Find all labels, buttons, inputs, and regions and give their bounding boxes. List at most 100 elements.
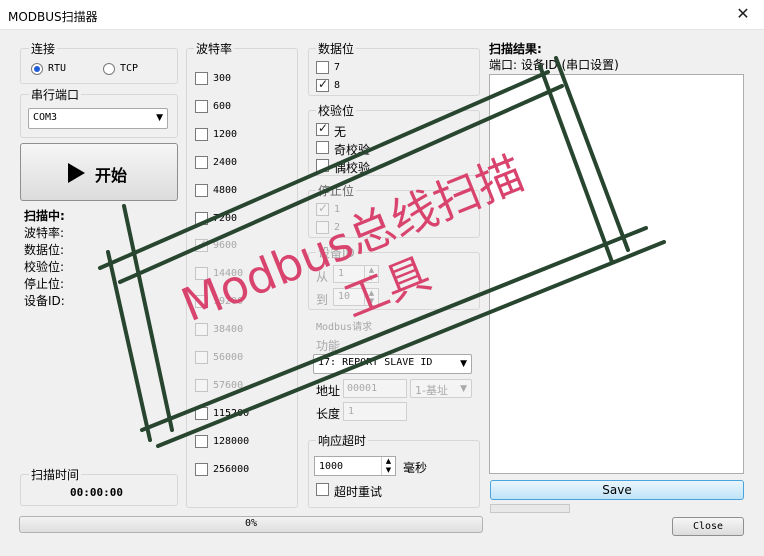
chevron-down-icon: ▼ — [460, 384, 467, 394]
data-bits-8-label: 8 — [334, 80, 341, 91]
parity-odd-checkbox[interactable] — [316, 141, 329, 154]
baud-256000-label: 256000 — [213, 463, 250, 475]
start-button-label: 开始 — [95, 166, 128, 185]
close-button-label: Close — [692, 521, 724, 532]
serial-port-value: COM3 — [33, 112, 58, 123]
status-parity-label: 校验位: — [24, 260, 65, 274]
window-title: MODBUS扫描器 — [8, 10, 98, 24]
stop-bits-1-checkbox[interactable] — [316, 201, 329, 216]
chevron-down-icon: ▼ — [156, 113, 163, 123]
function-label: 功能 — [316, 339, 341, 353]
status-data-bits-label: 数据位: — [24, 243, 65, 257]
baud-9600-checkbox[interactable] — [195, 237, 208, 253]
timeout-retry-checkbox[interactable] — [316, 483, 329, 496]
data-bits-8-checkbox[interactable] — [316, 77, 329, 92]
status-baud-label: 波特率: — [24, 226, 65, 240]
window-close-icon[interactable]: ✕ — [732, 4, 754, 24]
stop-bits-2-label: 2 — [334, 222, 341, 233]
scan-time-value: 00:00:00 — [70, 486, 123, 499]
baud-300-label: 300 — [213, 73, 232, 84]
connection-title: 连接 — [29, 40, 58, 57]
baud-rate-title: 波特率 — [194, 40, 235, 57]
save-button[interactable]: Save — [490, 480, 744, 500]
device-to-label: 到 — [316, 293, 329, 307]
timeout-input[interactable]: 1000 ▲ ▼ — [314, 456, 396, 476]
close-button[interactable]: Close — [672, 517, 744, 536]
device-address-title: 设备ID — [316, 244, 357, 261]
serial-port-title: 串行端口 — [29, 86, 82, 103]
function-select[interactable]: 17: REPORT SLAVE ID ▼ — [313, 354, 472, 374]
parity-even-label: 偶校验 — [334, 161, 371, 175]
scan-progress-bar: 0% — [19, 516, 483, 533]
device-from-label: 从 — [316, 270, 329, 284]
length-value: 1 — [348, 406, 355, 417]
device-from-value: 1 — [338, 268, 345, 279]
address-input[interactable]: 00001 — [343, 379, 407, 398]
scanning-label: 扫描中: — [24, 209, 65, 223]
title-bar[interactable]: MODBUS扫描器 ✕ — [0, 0, 764, 30]
baud-256000-checkbox[interactable] — [195, 462, 208, 476]
baud-1200-label: 1200 — [213, 128, 238, 140]
timeout-retry-label: 超时重试 — [334, 485, 383, 499]
baud-14400-checkbox[interactable] — [195, 267, 208, 281]
baud-7200-checkbox[interactable] — [195, 211, 208, 225]
baud-2400-label: 2400 — [213, 156, 238, 168]
baud-600-checkbox[interactable] — [195, 99, 208, 113]
status-stop-bits-label: 停止位: — [24, 277, 65, 291]
length-input[interactable]: 1 — [343, 402, 407, 421]
stop-bits-2-checkbox[interactable] — [316, 221, 329, 234]
data-bits-7-label: 7 — [334, 62, 341, 73]
address-base-value: 1-基址 — [415, 384, 448, 397]
device-to-input[interactable]: 10 ▲ ▼ — [333, 288, 379, 306]
tcp-radio[interactable] — [103, 63, 115, 75]
serial-port-select[interactable]: COM3 ▼ — [28, 108, 168, 129]
length-label: 长度 — [316, 407, 341, 421]
baud-1200-checkbox[interactable] — [195, 127, 208, 141]
tcp-radio-label: TCP — [120, 63, 139, 74]
timeout-title: 响应超时 — [316, 432, 369, 449]
parity-even-checkbox[interactable] — [316, 159, 329, 172]
parity-none-label: 无 — [334, 125, 347, 139]
baud-115200-label: 115200 — [213, 407, 250, 419]
baud-14400-label: 14400 — [213, 268, 244, 280]
baud-300-checkbox[interactable] — [195, 72, 208, 85]
address-base-select[interactable]: 1-基址 ▼ — [410, 379, 472, 398]
device-to-value: 10 — [338, 291, 351, 302]
timeout-spin-icon[interactable]: ▲ ▼ — [381, 457, 395, 475]
baud-56000-label: 56000 — [213, 352, 244, 363]
data-bits-7-checkbox[interactable] — [316, 61, 329, 74]
results-list[interactable] — [489, 74, 744, 474]
app-window: MODBUS扫描器 ✕ 连接 RTU TCP 串行端口 COM3 ▼ 开始 扫描… — [0, 0, 764, 556]
baud-4800-checkbox[interactable] — [195, 183, 208, 197]
chevron-down-icon: ▼ — [460, 359, 467, 369]
baud-38400-checkbox[interactable] — [195, 323, 208, 337]
baud-57600-checkbox[interactable] — [195, 378, 208, 392]
device-to-spin-icon[interactable]: ▲ ▼ — [364, 289, 378, 305]
stop-bits-1-label: 1 — [334, 204, 341, 215]
baud-7200-label: 7200 — [213, 212, 238, 224]
rtu-radio[interactable] — [31, 63, 43, 75]
stop-bits-title: 停止位 — [316, 182, 357, 199]
baud-9600-label: 9600 — [213, 240, 238, 252]
baud-115200-checkbox[interactable] — [195, 406, 208, 420]
address-value: 00001 — [347, 383, 378, 394]
save-button-label: Save — [602, 483, 632, 497]
baud-56000-checkbox[interactable] — [195, 351, 208, 364]
modbus-request-title: Modbus请求 — [316, 322, 373, 333]
start-button[interactable]: 开始 — [20, 143, 178, 201]
parity-odd-label: 奇校验 — [334, 143, 371, 157]
parity-none-checkbox[interactable] — [316, 121, 329, 136]
device-from-spin-icon[interactable]: ▲ ▼ — [364, 266, 378, 282]
play-icon — [68, 163, 85, 183]
results-scrollbar[interactable] — [490, 504, 570, 513]
baud-57600-label: 57600 — [213, 379, 244, 391]
baud-128000-label: 128000 — [213, 435, 250, 447]
device-from-input[interactable]: 1 ▲ ▼ — [333, 265, 379, 283]
baud-128000-checkbox[interactable] — [195, 434, 208, 448]
data-bits-title: 数据位 — [316, 40, 357, 57]
baud-2400-checkbox[interactable] — [195, 155, 208, 169]
results-subtitle: 端口: 设备ID (串口设置) — [489, 58, 619, 72]
rtu-radio-label: RTU — [48, 63, 67, 74]
baud-4800-label: 4800 — [213, 184, 238, 196]
baud-19200-checkbox[interactable] — [195, 295, 208, 309]
